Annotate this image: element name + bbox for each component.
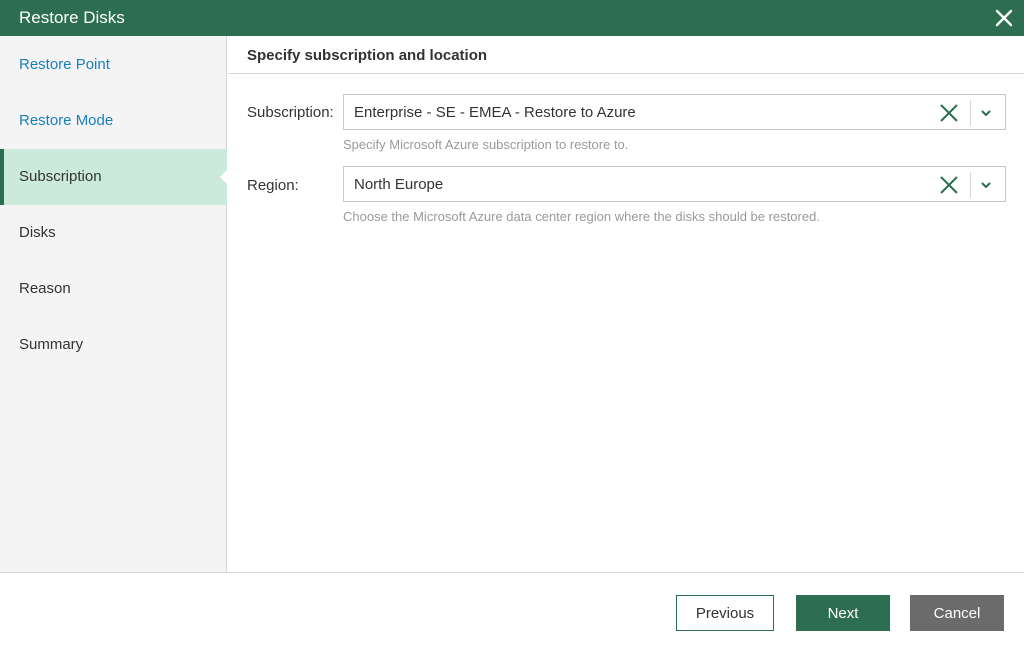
subscription-label: Subscription: [247,104,334,121]
wizard-steps-sidebar: Restore Point Restore Mode Subscription … [0,36,228,572]
region-value: North Europe [354,176,444,193]
cancel-button[interactable]: Cancel [910,595,1004,631]
divider [970,100,971,126]
region-select[interactable]: North Europe [343,166,1006,202]
sidebar-item-summary: Summary [19,336,84,353]
subscription-value: Enterprise - SE - EMEA - Restore to Azur… [354,104,636,121]
previous-button[interactable]: Previous [676,595,774,631]
section-title: Specify subscription and location [228,36,1024,74]
sidebar-item-restore-point[interactable]: Restore Point [0,37,227,93]
sidebar-item-reason: Reason [19,280,71,297]
sidebar-item-restore-mode[interactable]: Restore Mode [0,93,227,149]
subscription-select[interactable]: Enterprise - SE - EMEA - Restore to Azur… [343,94,1006,130]
title-bar: Restore Disks [0,0,1024,36]
dialog-title: Restore Disks [19,8,125,27]
chevron-down-icon[interactable] [978,177,994,193]
region-hint: Choose the Microsoft Azure data center r… [343,209,820,224]
main-panel: Specify subscription and location Subscr… [228,36,1024,572]
chevron-down-icon[interactable] [978,105,994,121]
clear-icon[interactable] [939,103,959,123]
divider [970,172,971,198]
subscription-hint: Specify Microsoft Azure subscription to … [343,137,629,152]
region-label: Region: [247,177,299,194]
sidebar-item-subscription[interactable]: Subscription [0,149,228,205]
dialog-footer: Previous Next Cancel [0,572,1024,651]
close-icon[interactable] [992,6,1016,30]
clear-icon[interactable] [939,175,959,195]
next-button[interactable]: Next [796,595,890,631]
sidebar-item-disks: Disks [19,224,56,241]
